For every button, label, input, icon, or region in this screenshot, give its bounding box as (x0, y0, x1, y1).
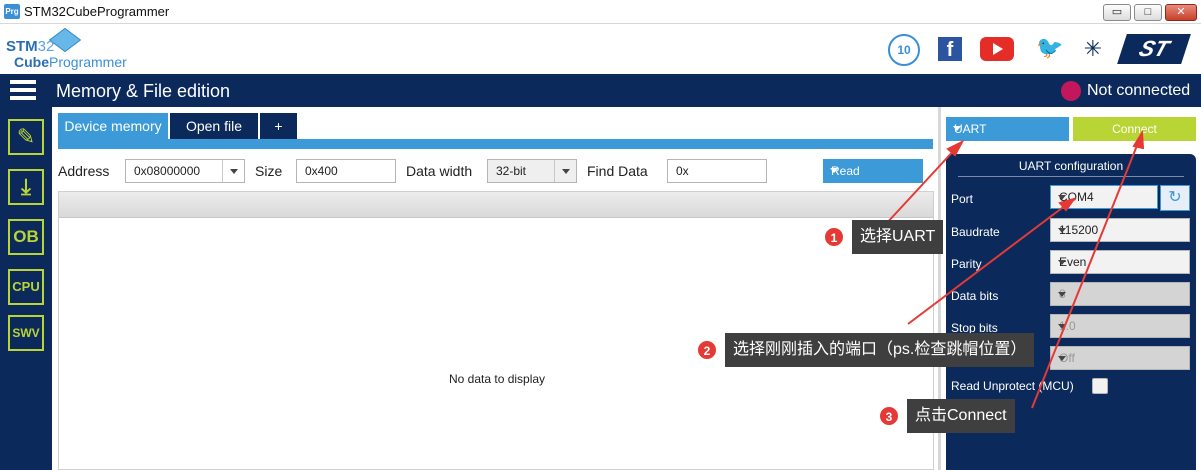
twitter-icon[interactable]: 🐦 (1036, 36, 1063, 60)
data-bits-label: Data bits (951, 289, 999, 303)
tab-device-memory[interactable]: Device memory (58, 113, 168, 139)
facebook-icon[interactable]: f (938, 37, 962, 61)
annotation-2-text: 选择刚刚插入的端口（ps.检查跳帽位置） (725, 333, 1035, 367)
data-bits-select[interactable]: 8 (1050, 282, 1190, 306)
address-combo[interactable]: 0x08000000 (125, 159, 245, 183)
logo-programmer-text: Programmer (49, 54, 127, 70)
st-logo-icon[interactable]: ST (1117, 34, 1191, 64)
baudrate-label: Baudrate (951, 225, 1000, 239)
app-icon: Prg (4, 4, 20, 19)
data-width-value: 32-bit (496, 164, 527, 178)
swv-icon[interactable]: SWV (8, 315, 44, 351)
stop-bits-select[interactable]: 1.0 (1050, 314, 1190, 338)
tab-strip-underline (58, 139, 933, 149)
download-icon[interactable]: ⤓ (8, 169, 44, 205)
data-width-select[interactable]: 32-bit (487, 159, 577, 183)
page-header: Memory & File edition Not connected (0, 74, 1201, 107)
network-hub-icon[interactable]: ✳ (1080, 36, 1106, 62)
data-width-label: Data width (406, 163, 473, 179)
find-data-label: Find Data (587, 163, 648, 179)
refresh-icon[interactable]: ↻ (1160, 185, 1190, 211)
parity-label: Parity (951, 257, 982, 271)
window-title: STM32CubeProgrammer (24, 4, 170, 19)
cpu-icon[interactable]: CPU (8, 269, 44, 305)
maximize-button[interactable]: □ (1134, 4, 1162, 21)
empty-state-text: No data to display (449, 372, 546, 386)
read-button[interactable]: Read (823, 159, 923, 183)
memory-edit-icon[interactable]: ✎ (8, 119, 44, 155)
baudrate-select[interactable]: 115200 (1050, 218, 1190, 242)
option-bytes-icon[interactable]: OB (8, 219, 44, 255)
divider (958, 176, 1184, 177)
connection-status-text: Not connected (1087, 82, 1191, 99)
close-button[interactable]: ✕ (1165, 4, 1197, 21)
table-header (59, 192, 933, 218)
address-label: Address (58, 163, 110, 179)
parity-select[interactable]: Even (1050, 250, 1190, 274)
youtube-icon[interactable] (980, 37, 1014, 61)
chevron-down-icon[interactable] (554, 160, 576, 182)
logo-stm-text: STM (6, 38, 38, 55)
chevron-down-icon[interactable] (222, 160, 244, 182)
port-label: Port (951, 192, 974, 206)
logo-cubeprogrammer: CubeProgrammer (14, 54, 127, 70)
interface-select[interactable]: UART (946, 117, 1069, 141)
logo-stm32: STM32 (6, 38, 55, 55)
annotation-1-text: 选择UART (852, 220, 944, 254)
address-value: 0x08000000 (134, 164, 201, 178)
tab-open-file[interactable]: Open file (170, 113, 258, 139)
size-label: Size (255, 163, 283, 179)
annotation-2-number: 2 (697, 340, 717, 360)
connect-button[interactable]: Connect (1073, 117, 1196, 141)
flow-control-select[interactable]: Off (1050, 346, 1190, 370)
port-select[interactable]: COM4 (1050, 185, 1158, 209)
badge-10-years-icon[interactable]: 10 (888, 34, 920, 66)
left-sidebar: ✎ ⤓ OB CPU SWV (0, 107, 52, 470)
connection-status-icon (1061, 81, 1081, 101)
read-unprotect-checkbox[interactable] (1092, 378, 1108, 394)
page-title: Memory & File edition (56, 81, 231, 101)
memory-data-table: No data to display (58, 191, 934, 470)
size-input[interactable]: 0x400 (296, 159, 396, 183)
find-data-input[interactable]: 0x (667, 159, 767, 183)
window-titlebar: Prg STM32CubeProgrammer ▭ □ ✕ (0, 0, 1201, 24)
logo-32-text: 32 (37, 38, 55, 55)
tab-add[interactable]: + (260, 113, 297, 139)
config-title: UART configuration (1018, 159, 1124, 173)
annotation-1-number: 1 (824, 227, 844, 247)
annotation-3-text: 点击Connect (907, 399, 1015, 433)
read-unprotect-label: Read Unprotect (MCU) (951, 379, 1074, 393)
minimize-button[interactable]: ▭ (1103, 4, 1131, 21)
brand-bar: STM32 CubeProgrammer 10 f 🐦 ✳ ST (0, 24, 1201, 74)
hamburger-menu-icon[interactable] (10, 80, 36, 101)
annotation-3-number: 3 (879, 406, 899, 426)
memory-panel: Device memory Open file + Address 0x0800… (52, 107, 938, 470)
logo-cube-text: Cube (14, 54, 49, 70)
